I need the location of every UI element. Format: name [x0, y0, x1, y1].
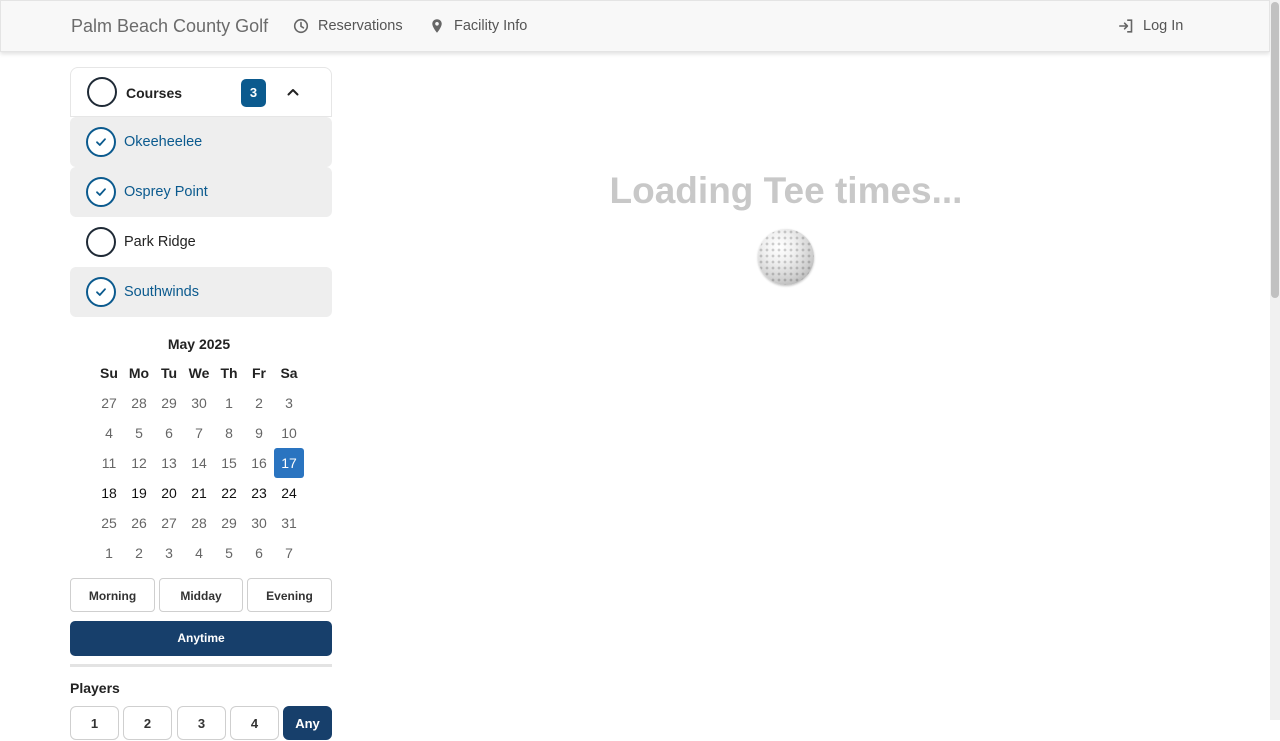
calendar-day-selected[interactable]: 17: [274, 448, 304, 478]
calendar-day[interactable]: 27: [94, 388, 124, 418]
morning-filter-button[interactable]: Morning: [70, 578, 155, 612]
login-arrow-icon: [1119, 19, 1133, 33]
players-option-3[interactable]: 3: [177, 706, 226, 740]
section-divider: [70, 664, 332, 667]
facility-info-label: Facility Info: [454, 18, 528, 34]
course-checkbox[interactable]: [86, 227, 116, 257]
calendar-day[interactable]: 27: [154, 508, 184, 538]
calendar-day[interactable]: 5: [214, 538, 244, 568]
midday-filter-button[interactable]: Midday: [159, 578, 243, 612]
weekday-header: We: [188, 365, 210, 381]
checkmark-icon: [96, 138, 106, 146]
calendar-day[interactable]: 5: [124, 418, 154, 448]
calendar-day[interactable]: 2: [244, 388, 274, 418]
weekday-header: Fr: [252, 365, 266, 381]
course-label: Okeeheelee: [124, 134, 203, 150]
course-label: Southwinds: [124, 284, 199, 300]
golf-ball-icon: [758, 229, 814, 285]
weekday-header: Tu: [160, 365, 178, 381]
calendar-day[interactable]: 18: [94, 478, 124, 508]
reservations-label: Reservations: [318, 18, 403, 34]
calendar-day[interactable]: 15: [214, 448, 244, 478]
courses-select-all-checkbox[interactable]: [87, 77, 117, 107]
courses-panel-header[interactable]: Courses 3: [70, 67, 332, 117]
checkmark-icon: [96, 288, 106, 296]
calendar-day[interactable]: 12: [124, 448, 154, 478]
calendar-day[interactable]: 25: [94, 508, 124, 538]
calendar-day[interactable]: 31: [274, 508, 304, 538]
calendar-day[interactable]: 8: [214, 418, 244, 448]
calendar-day[interactable]: 6: [154, 418, 184, 448]
players-option-1[interactable]: 1: [70, 706, 119, 740]
calendar-day[interactable]: 14: [184, 448, 214, 478]
top-navbar: Palm Beach County Golf Reservations Faci…: [0, 0, 1270, 52]
calendar-day[interactable]: 3: [154, 538, 184, 568]
calendar-day[interactable]: 7: [274, 538, 304, 568]
course-checkbox[interactable]: [86, 177, 116, 207]
evening-filter-button[interactable]: Evening: [247, 578, 332, 612]
players-option-4[interactable]: 4: [230, 706, 279, 740]
calendar-day[interactable]: 22: [214, 478, 244, 508]
calendar-day[interactable]: 29: [154, 388, 184, 418]
calendar-day[interactable]: 4: [184, 538, 214, 568]
calendar-day[interactable]: 9: [244, 418, 274, 448]
calendar-day[interactable]: 6: [244, 538, 274, 568]
clock-icon: [293, 18, 309, 34]
calendar-grid: Su Mo Tu We Th Fr Sa 27 28 29 30 1 2 3 4 5 6 7 8 9 10 11 12 13 1…: [94, 358, 304, 568]
weekday-header: Su: [100, 365, 118, 381]
calendar-day[interactable]: 19: [124, 478, 154, 508]
players-option-2[interactable]: 2: [123, 706, 172, 740]
calendar-day[interactable]: 3: [274, 388, 304, 418]
calendar-month-label: May 2025: [167, 336, 231, 352]
courses-count-badge: 3: [241, 79, 266, 107]
weekday-header: Sa: [280, 365, 298, 381]
chevron-up-icon[interactable]: [286, 85, 300, 99]
calendar-day[interactable]: 29: [214, 508, 244, 538]
players-title: Players: [70, 680, 120, 696]
calendar-day[interactable]: 28: [184, 508, 214, 538]
scrollbar-thumb[interactable]: [1271, 2, 1279, 298]
calendar-day[interactable]: 11: [94, 448, 124, 478]
calendar-day[interactable]: 13: [154, 448, 184, 478]
facility-info-link[interactable]: Facility Info: [429, 18, 527, 34]
calendar-day[interactable]: 24: [274, 478, 304, 508]
course-label: Park Ridge: [124, 234, 196, 250]
calendar-day[interactable]: 30: [244, 508, 274, 538]
loading-message: Loading Tee times...: [609, 170, 963, 211]
calendar-day[interactable]: 1: [94, 538, 124, 568]
calendar-day[interactable]: 30: [184, 388, 214, 418]
calendar-day[interactable]: 10: [274, 418, 304, 448]
calendar-day[interactable]: 21: [184, 478, 214, 508]
reservations-link[interactable]: Reservations: [293, 18, 403, 34]
course-checkbox[interactable]: [86, 127, 116, 157]
brand-title[interactable]: Palm Beach County Golf: [71, 16, 268, 37]
vertical-scrollbar[interactable]: [1270, 0, 1280, 720]
course-item-southwinds[interactable]: Southwinds: [70, 267, 332, 317]
login-link[interactable]: Log In: [1118, 18, 1183, 34]
weekday-header: Mo: [128, 365, 150, 381]
map-pin-icon: [432, 19, 442, 33]
anytime-filter-button[interactable]: Anytime: [70, 621, 332, 656]
course-item-osprey-point[interactable]: Osprey Point: [70, 167, 332, 217]
calendar-day[interactable]: 23: [244, 478, 274, 508]
calendar-day[interactable]: 2: [124, 538, 154, 568]
weekday-header: Th: [220, 365, 238, 381]
login-label: Log In: [1143, 18, 1184, 34]
calendar-day[interactable]: 1: [214, 388, 244, 418]
course-label: Osprey Point: [124, 184, 208, 200]
calendar-day[interactable]: 26: [124, 508, 154, 538]
calendar-day[interactable]: 16: [244, 448, 274, 478]
calendar-day[interactable]: 4: [94, 418, 124, 448]
calendar-day[interactable]: 7: [184, 418, 214, 448]
players-option-any[interactable]: Any: [283, 706, 332, 740]
course-checkbox[interactable]: [86, 277, 116, 307]
checkmark-icon: [96, 188, 106, 196]
calendar-day[interactable]: 28: [124, 388, 154, 418]
course-item-park-ridge[interactable]: Park Ridge: [70, 217, 332, 267]
courses-title: Courses: [126, 85, 183, 101]
course-item-okeeheelee[interactable]: Okeeheelee: [70, 117, 332, 167]
calendar-day[interactable]: 20: [154, 478, 184, 508]
